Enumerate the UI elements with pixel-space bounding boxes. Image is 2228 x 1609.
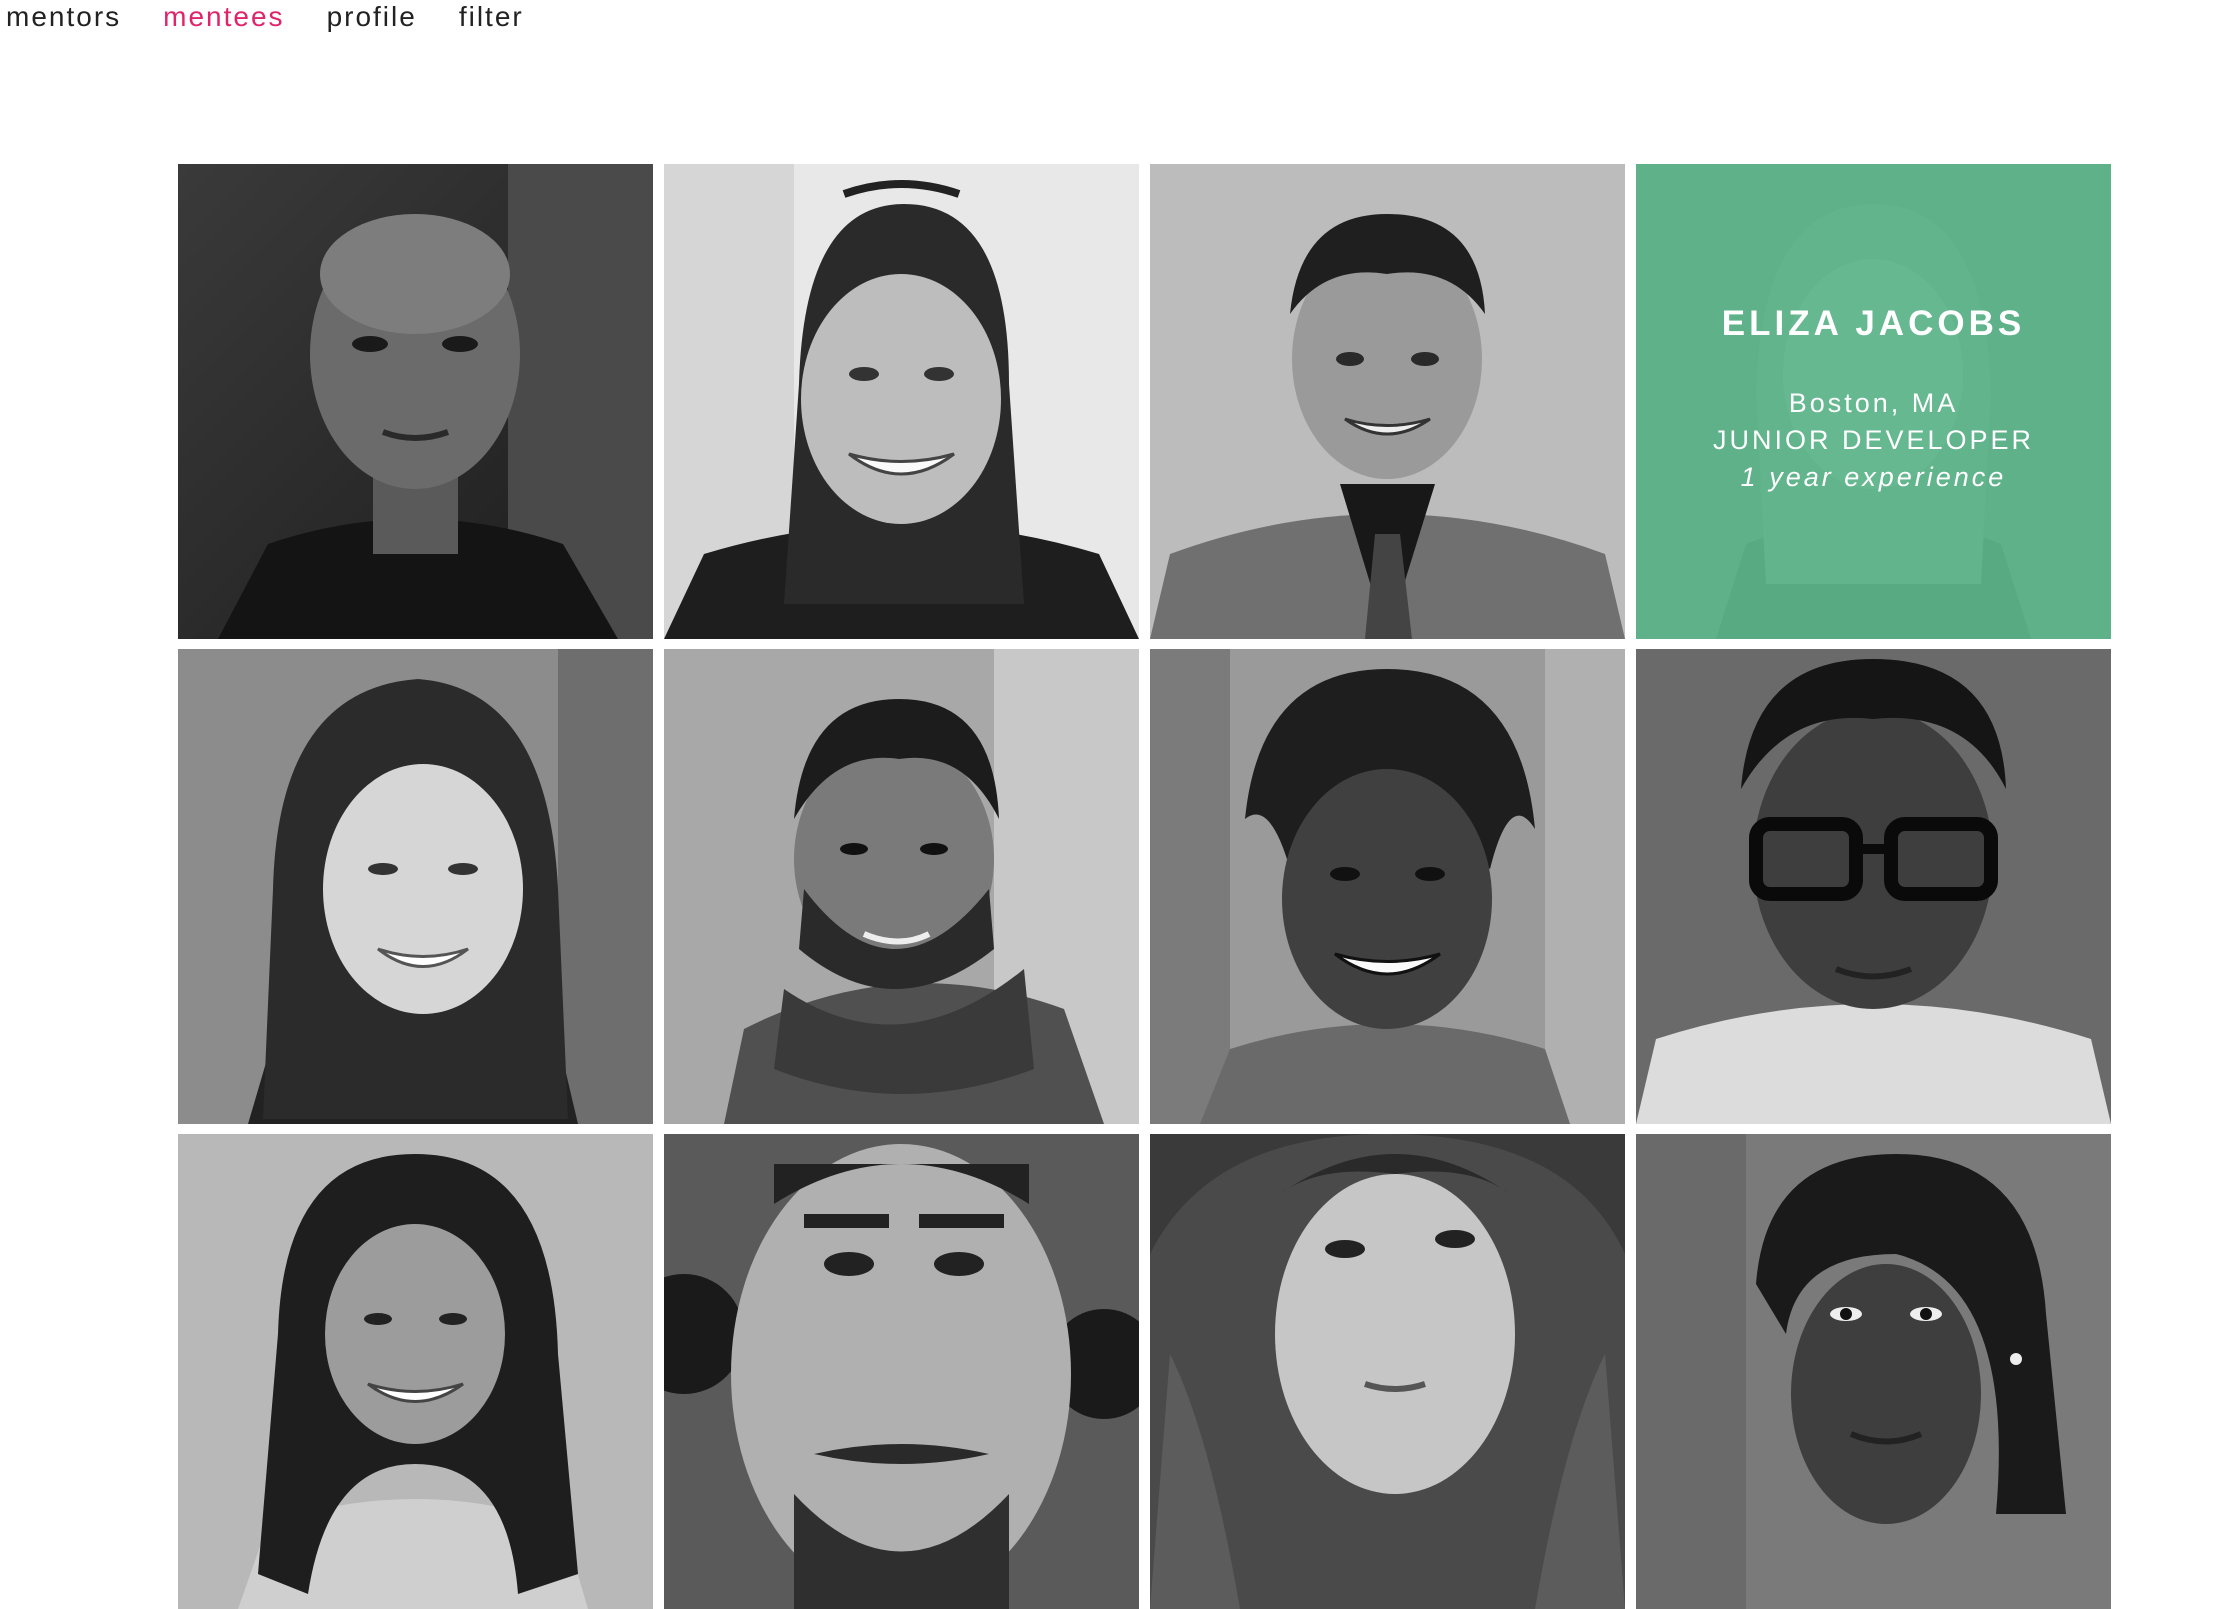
smiling-woman-long-hair-portrait bbox=[178, 649, 653, 1124]
mentee-card[interactable] bbox=[664, 649, 1139, 1124]
mentee-card[interactable] bbox=[664, 164, 1139, 639]
mentee-grid: ELIZA JACOBS Boston, MA JUNIOR DEVELOPER… bbox=[178, 164, 2111, 1609]
mentee-card[interactable] bbox=[664, 1134, 1139, 1609]
mentee-card[interactable] bbox=[178, 649, 653, 1124]
top-nav: mentors mentees profile filter bbox=[6, 0, 524, 34]
mentee-card[interactable] bbox=[1636, 649, 2111, 1124]
mentee-name: ELIZA JACOBS bbox=[1721, 304, 2026, 343]
mentee-location: Boston, MA bbox=[1788, 388, 1959, 418]
mentee-card[interactable] bbox=[1150, 164, 1625, 639]
nav-profile[interactable]: profile bbox=[327, 0, 417, 34]
smiling-woman-curly-hair-hoodie-portrait bbox=[178, 1134, 653, 1609]
mentee-card[interactable] bbox=[1150, 1134, 1625, 1609]
woman-wavy-hair-portrait bbox=[1150, 1134, 1625, 1609]
mentee-experience: 1 year experience bbox=[1740, 462, 2007, 492]
man-close-up-portrait bbox=[664, 1134, 1139, 1609]
mentee-info-overlay: ELIZA JACOBS Boston, MA JUNIOR DEVELOPER… bbox=[1636, 164, 2111, 639]
man-with-glasses-portrait bbox=[1636, 649, 2111, 1124]
smiling-woman-curly-hair-portrait bbox=[1150, 649, 1625, 1124]
nav-filter[interactable]: filter bbox=[459, 0, 524, 34]
young-man-in-suit-portrait bbox=[1150, 164, 1625, 639]
mentee-role: JUNIOR DEVELOPER bbox=[1712, 425, 2035, 455]
mentee-card[interactable] bbox=[1150, 649, 1625, 1124]
bearded-man-with-scarf-portrait bbox=[664, 649, 1139, 1124]
mentee-card[interactable] bbox=[178, 164, 653, 639]
young-man-portrait bbox=[1636, 1134, 2111, 1609]
bald-man-portrait bbox=[178, 164, 653, 639]
nav-mentors[interactable]: mentors bbox=[6, 0, 121, 34]
mentee-card-highlighted[interactable]: ELIZA JACOBS Boston, MA JUNIOR DEVELOPER… bbox=[1636, 164, 2111, 639]
smiling-woman-with-glasses-on-head-portrait bbox=[664, 164, 1139, 639]
mentee-card[interactable] bbox=[178, 1134, 653, 1609]
nav-mentees[interactable]: mentees bbox=[163, 0, 284, 34]
mentee-card[interactable] bbox=[1636, 1134, 2111, 1609]
